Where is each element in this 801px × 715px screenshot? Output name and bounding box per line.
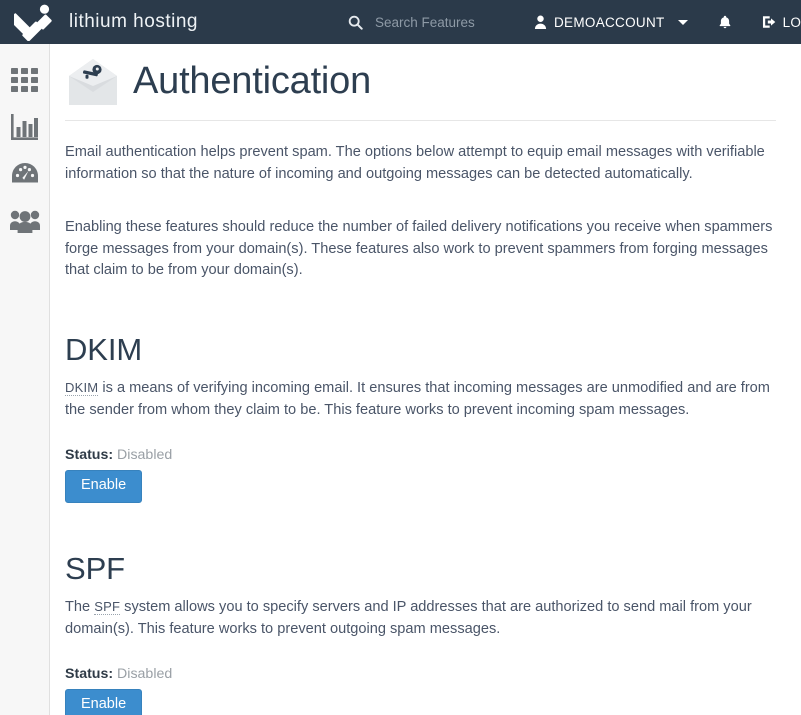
- sidebar-item-statistics[interactable]: [0, 103, 49, 150]
- top-header: lithium hosting DEMOACCOUNT LOGOUT: [0, 0, 801, 44]
- dkim-section: DKIM DKIM is a means of verifying incomi…: [65, 331, 776, 504]
- intro-paragraph-1: Email authentication helps prevent spam.…: [65, 144, 765, 182]
- spf-abbr[interactable]: SPF: [94, 599, 121, 616]
- account-menu[interactable]: DEMOACCOUNT: [518, 0, 702, 44]
- page-title: Authentication: [133, 60, 372, 103]
- dkim-enable-button[interactable]: Enable: [65, 470, 143, 504]
- main-content: Authentication Email authentication help…: [51, 44, 801, 715]
- sidebar-item-users[interactable]: [0, 197, 49, 244]
- brand-logo-link[interactable]: lithium hosting: [0, 0, 330, 44]
- spf-section: SPF The SPF system allows you to specify…: [65, 551, 776, 715]
- brand-name: lithium hosting: [69, 11, 198, 32]
- search-icon: [348, 15, 363, 30]
- spf-description-text: system allows you to specify servers and…: [65, 599, 752, 637]
- dkim-description: DKIM is a means of verifying incoming em…: [65, 378, 776, 421]
- dkim-status-label: Status:: [65, 447, 114, 464]
- bell-icon: [719, 15, 730, 29]
- gauge-icon: [11, 162, 38, 182]
- sidebar-item-apps[interactable]: [0, 56, 49, 103]
- people-icon: [9, 210, 40, 233]
- dkim-description-text: is a means of verifying incoming email. …: [65, 379, 770, 418]
- page-header: Authentication: [65, 44, 776, 108]
- dkim-abbr[interactable]: DKIM: [65, 379, 99, 396]
- spf-title: SPF: [65, 551, 125, 587]
- grid-icon: [10, 67, 38, 92]
- notifications-button[interactable]: [702, 0, 748, 44]
- dkim-status: Status: Disabled: [65, 447, 776, 463]
- account-name: DEMOACCOUNT: [554, 14, 665, 30]
- logout-button[interactable]: LOGOUT: [748, 0, 801, 44]
- title-divider: [65, 120, 776, 121]
- sign-out-icon: [762, 16, 775, 28]
- spf-description: The SPF system allows you to specify ser…: [65, 597, 776, 640]
- spf-status-value: Disabled: [117, 666, 173, 683]
- sidebar-item-dashboard[interactable]: [0, 150, 49, 197]
- dkim-title: DKIM: [65, 331, 143, 367]
- logout-label: LOGOUT: [782, 14, 801, 30]
- search-box[interactable]: [330, 0, 518, 44]
- spf-description-lead: The: [65, 599, 95, 616]
- dkim-status-value: Disabled: [117, 447, 173, 464]
- spf-enable-button[interactable]: Enable: [65, 689, 143, 715]
- lithium-logo-icon: [14, 4, 52, 41]
- sidebar: [0, 44, 50, 715]
- chevron-down-icon[interactable]: [677, 19, 688, 25]
- intro-paragraph-2: Enabling these features should reduce th…: [65, 219, 773, 279]
- spf-status-label: Status:: [65, 666, 114, 683]
- envelope-key-icon: [69, 59, 117, 105]
- spf-status: Status: Disabled: [65, 666, 776, 682]
- user-icon: [534, 15, 547, 29]
- bar-chart-icon: [11, 113, 38, 140]
- search-input[interactable]: [375, 14, 505, 30]
